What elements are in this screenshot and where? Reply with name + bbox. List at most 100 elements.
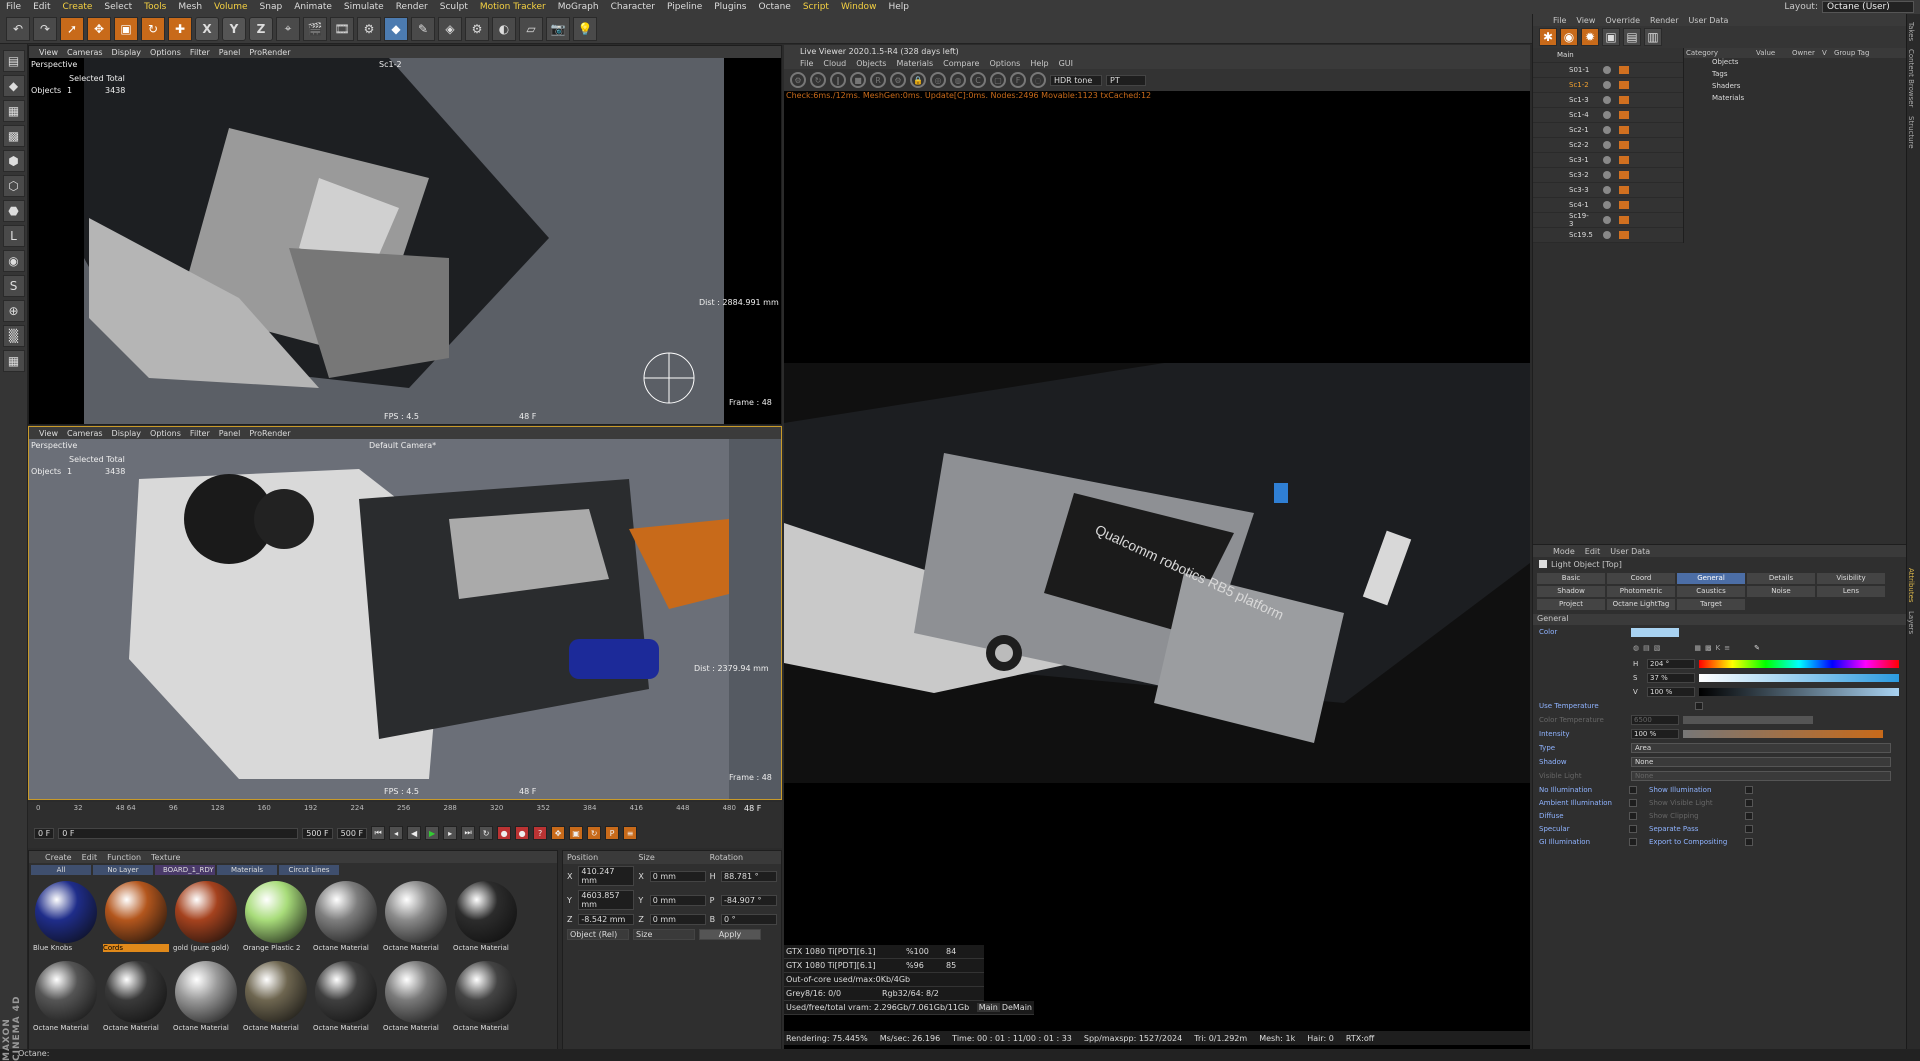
checkbox-b[interactable] [1745, 785, 1753, 794]
timeline[interactable]: 0 32 48 64 96 128 160 192 224 256 288 320 352 384 416… [28, 802, 782, 848]
octane-tag-icon[interactable] [1619, 96, 1629, 104]
visibility-dot-icon[interactable] [1603, 231, 1611, 239]
menu-create[interactable]: Create [57, 2, 99, 12]
film-region-icon[interactable]: ▢ [990, 72, 1006, 88]
mixer-icon[interactable]: ≡ [1724, 644, 1730, 652]
viewport-top[interactable]: View Cameras Display Options Filter Pane… [28, 45, 782, 425]
om-menu-user-data[interactable]: User Data [1688, 16, 1728, 25]
pause-icon[interactable]: ‖ [830, 72, 846, 88]
lv-menu-options[interactable]: Options [989, 59, 1020, 68]
vp-menu-cameras[interactable]: Cameras [67, 48, 103, 57]
menu-file[interactable]: File [0, 2, 27, 12]
snap-icon[interactable]: S [2, 275, 25, 297]
material-item[interactable]: Octane Material [453, 961, 519, 1039]
loop-icon[interactable]: ↻ [479, 826, 494, 840]
octane-camera-icon[interactable]: ◉ [1560, 28, 1578, 46]
tab-takes[interactable]: Takes [1907, 22, 1915, 41]
light-icon[interactable]: 💡 [573, 16, 597, 41]
visibility-dot-icon[interactable] [1603, 126, 1611, 134]
start-frame-field[interactable]: 0 F [34, 827, 55, 839]
rotate-key-icon[interactable]: ↻ [587, 826, 602, 840]
layout-dropdown[interactable]: Octane (User) [1822, 1, 1914, 13]
vp2-menu-options[interactable]: Options [150, 429, 181, 438]
render-settings-icon[interactable]: ⚙ [357, 16, 381, 41]
object-row[interactable]: Sc1-4 [1533, 108, 1683, 123]
redo-icon[interactable]: ↷ [33, 16, 57, 41]
material-item[interactable]: Octane Material [453, 881, 519, 959]
color-temperature-field[interactable]: 6500 [1631, 715, 1679, 725]
value-field[interactable]: 100 % [1647, 687, 1695, 697]
rot-b-field[interactable]: 0 ° [721, 914, 777, 925]
grid-icon[interactable]: ▦ [2, 350, 25, 372]
material-item[interactable]: Octane Material [383, 961, 449, 1039]
spectrum-icon[interactable]: ▤ [1643, 644, 1650, 652]
prev-frame-icon[interactable]: ◀ [407, 826, 422, 840]
attr-tab-basic[interactable]: Basic [1537, 573, 1605, 584]
menu-tools[interactable]: Tools [138, 2, 172, 12]
mat-filter-board[interactable]: BOARD_1_RDY [155, 865, 215, 875]
clay-mode-icon[interactable]: C [970, 72, 986, 88]
octane-tag-icon[interactable] [1619, 126, 1629, 134]
attr-tab-octane-lighttag[interactable]: Octane LightTag [1607, 599, 1675, 610]
menu-render[interactable]: Render [390, 2, 434, 12]
move-tool-icon[interactable]: ✥ [87, 16, 111, 41]
size-mode-dropdown[interactable]: Size [633, 929, 695, 940]
goto-start-icon[interactable]: ⏮ [371, 826, 386, 840]
vp-menu-view[interactable]: View [39, 48, 58, 57]
kernel-dropdown[interactable]: PT [1106, 74, 1146, 86]
send-scene-icon[interactable]: ⚙ [790, 72, 806, 88]
color-wheel-icon[interactable]: ◍ [1633, 644, 1639, 652]
vp2-menu-display[interactable]: Display [112, 429, 142, 438]
render-all-icon[interactable]: ▥ [1644, 28, 1662, 46]
record-icon[interactable]: ● [497, 826, 512, 840]
checkbox-a[interactable] [1629, 798, 1637, 807]
lock-icon[interactable]: 🔒 [910, 72, 926, 88]
intensity-field[interactable]: 100 % [1631, 729, 1679, 739]
vp-menu-display[interactable]: Display [112, 48, 142, 57]
material-item[interactable]: Octane Material [383, 881, 449, 959]
visibility-dot-icon[interactable] [1603, 216, 1611, 224]
octane-tag-icon[interactable] [1619, 201, 1629, 209]
render-view-icon[interactable]: 🎬 [303, 16, 327, 41]
attr-tab-target[interactable]: Target [1677, 599, 1745, 610]
restart-render-icon[interactable]: ↻ [810, 72, 826, 88]
current-frame-field[interactable]: 0 F [58, 827, 299, 839]
menu-animate[interactable]: Animate [288, 2, 338, 12]
material-item[interactable]: Octane Material [173, 961, 239, 1039]
mat-filter-materials[interactable]: Materials [217, 865, 277, 875]
octane-light-icon[interactable]: ✹ [1581, 28, 1599, 46]
size-y-field[interactable]: 0 mm [649, 894, 706, 906]
goto-end-icon[interactable]: ⏭ [461, 826, 476, 840]
checkbox-a[interactable] [1629, 837, 1637, 846]
hue-field[interactable]: 204 ° [1647, 659, 1695, 669]
menu-help[interactable]: Help [882, 2, 915, 12]
settings-icon[interactable]: ⚙ [890, 72, 906, 88]
kelvin-icon[interactable]: K [1716, 644, 1721, 652]
menu-select[interactable]: Select [98, 2, 138, 12]
octane-tag-icon[interactable] [1619, 216, 1629, 224]
attr-menu-mode[interactable]: Mode [1553, 547, 1575, 556]
render-picture-icon[interactable]: 🎞 [330, 16, 354, 41]
mat-filter-circut-lines[interactable]: Circut Lines [279, 865, 339, 875]
octane-tag-icon[interactable] [1619, 186, 1629, 194]
use-temperature-checkbox[interactable] [1695, 702, 1703, 710]
octane-tag-icon[interactable] [1619, 81, 1629, 89]
cube-icon[interactable]: ◆ [384, 16, 408, 41]
menu-edit[interactable]: Edit [27, 2, 56, 12]
saturation-slider[interactable] [1699, 674, 1899, 682]
shadow-dropdown[interactable]: None [1631, 757, 1891, 767]
subsample-icon[interactable]: ◌ [1030, 72, 1046, 88]
menu-mesh[interactable]: Mesh [172, 2, 208, 12]
checkbox-a[interactable] [1629, 811, 1637, 820]
render-region-icon[interactable]: ▣ [1602, 28, 1620, 46]
tab-content-browser[interactable]: Content Browser [1907, 49, 1915, 107]
object-row[interactable]: Sc1-2 [1533, 78, 1683, 93]
transform-tool-icon[interactable]: ✚ [168, 16, 192, 41]
pick-material-icon[interactable]: ◍ [950, 72, 966, 88]
material-item[interactable]: Orange Plastic 2 [243, 881, 309, 959]
object-row[interactable]: Sc3-2 [1533, 168, 1683, 183]
move-key-icon[interactable]: ✥ [551, 826, 566, 840]
lv-menu-gui[interactable]: GUI [1059, 59, 1073, 68]
image-picker-icon[interactable]: ▧ [1654, 644, 1661, 652]
play-icon[interactable]: ▶ [425, 826, 440, 840]
